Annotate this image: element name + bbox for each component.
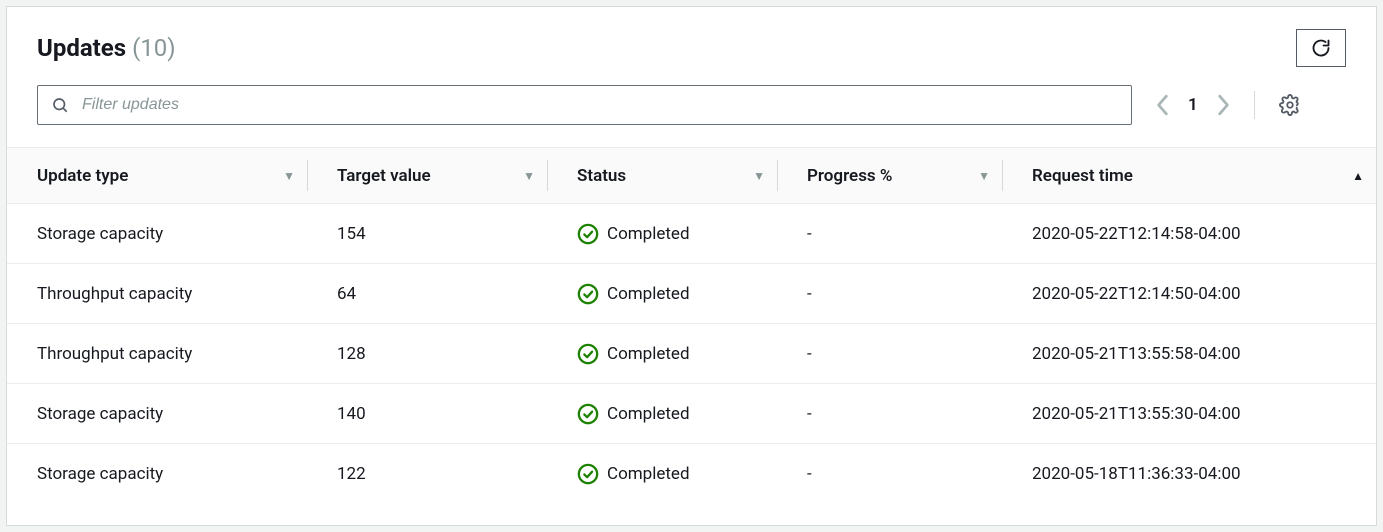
col-label: Progress % [807, 166, 892, 186]
check-circle-icon [577, 463, 599, 485]
cell-status: Completed [547, 444, 777, 504]
panel-header: Updates (10) [7, 29, 1376, 67]
cell-target-value: 122 [307, 444, 547, 504]
col-update-type[interactable]: Update type ▼ [7, 148, 307, 204]
check-circle-icon [577, 343, 599, 365]
filter-wrap [37, 85, 1132, 125]
cell-target-value: 64 [307, 264, 547, 324]
page-number: 1 [1188, 95, 1198, 115]
settings-button[interactable] [1279, 94, 1301, 116]
cell-update-type: Storage capacity [7, 444, 307, 504]
title-count: (10) [132, 34, 176, 62]
cell-progress: - [777, 444, 1002, 504]
title-text: Updates [37, 34, 126, 62]
cell-progress: - [777, 384, 1002, 444]
sort-icon: ▼ [753, 169, 765, 183]
col-request-time[interactable]: Request time ▲ [1002, 148, 1376, 204]
col-target-value[interactable]: Target value ▼ [307, 148, 547, 204]
prev-page-button[interactable] [1156, 94, 1170, 116]
toolbar-divider [1254, 91, 1255, 119]
cell-request-time: 2020-05-18T11:36:33-04:00 [1002, 444, 1376, 504]
cell-request-time: 2020-05-21T13:55:58-04:00 [1002, 324, 1376, 384]
cell-status: Completed [547, 204, 777, 264]
table-row[interactable]: Storage capacity154 Completed -2020-05-22T… [7, 204, 1376, 264]
table-row[interactable]: Throughput capacity128 Completed -2020-05-… [7, 324, 1376, 384]
cell-request-time: 2020-05-22T12:14:58-04:00 [1002, 204, 1376, 264]
status-text: Completed [607, 464, 690, 484]
cell-status: Completed [547, 264, 777, 324]
refresh-button[interactable] [1296, 29, 1346, 67]
cell-request-time: 2020-05-21T13:55:30-04:00 [1002, 384, 1376, 444]
col-status[interactable]: Status ▼ [547, 148, 777, 204]
cell-update-type: Throughput capacity [7, 264, 307, 324]
cell-progress: - [777, 324, 1002, 384]
table-row[interactable]: Storage capacity140 Completed -2020-05-21T… [7, 384, 1376, 444]
table-row[interactable]: Throughput capacity64 Completed -2020-05-2… [7, 264, 1376, 324]
status-text: Completed [607, 224, 690, 244]
sort-icon: ▼ [978, 169, 990, 183]
cell-update-type: Storage capacity [7, 204, 307, 264]
sort-icon: ▼ [283, 169, 295, 183]
cell-progress: - [777, 204, 1002, 264]
updates-table: Update type ▼ Target value ▼ Status ▼ [7, 147, 1376, 504]
sort-icon-active: ▲ [1352, 169, 1364, 183]
cell-target-value: 154 [307, 204, 547, 264]
col-label: Status [577, 166, 626, 186]
check-circle-icon [577, 223, 599, 245]
cell-status: Completed [547, 324, 777, 384]
col-label: Target value [337, 166, 431, 186]
next-page-button[interactable] [1216, 94, 1230, 116]
filter-input[interactable] [37, 85, 1132, 125]
updates-panel: Updates (10) [6, 6, 1377, 526]
gear-icon [1279, 94, 1301, 116]
cell-update-type: Throughput capacity [7, 324, 307, 384]
cell-progress: - [777, 264, 1002, 324]
sort-icon: ▼ [523, 169, 535, 183]
search-icon [51, 96, 69, 114]
table-row[interactable]: Storage capacity122 Completed -2020-05-18T… [7, 444, 1376, 504]
paginator: 1 [1156, 94, 1230, 116]
cell-request-time: 2020-05-22T12:14:50-04:00 [1002, 264, 1376, 324]
panel-title: Updates (10) [37, 34, 176, 62]
status-text: Completed [607, 344, 690, 364]
check-circle-icon [577, 403, 599, 425]
col-label: Request time [1032, 166, 1133, 186]
cell-target-value: 128 [307, 324, 547, 384]
status-text: Completed [607, 404, 690, 424]
filter-row: 1 [7, 85, 1376, 125]
check-circle-icon [577, 283, 599, 305]
cell-target-value: 140 [307, 384, 547, 444]
cell-update-type: Storage capacity [7, 384, 307, 444]
col-progress[interactable]: Progress % ▼ [777, 148, 1002, 204]
table-header-row: Update type ▼ Target value ▼ Status ▼ [7, 148, 1376, 204]
status-text: Completed [607, 284, 690, 304]
refresh-icon [1311, 38, 1331, 58]
col-label: Update type [37, 166, 128, 186]
cell-status: Completed [547, 384, 777, 444]
